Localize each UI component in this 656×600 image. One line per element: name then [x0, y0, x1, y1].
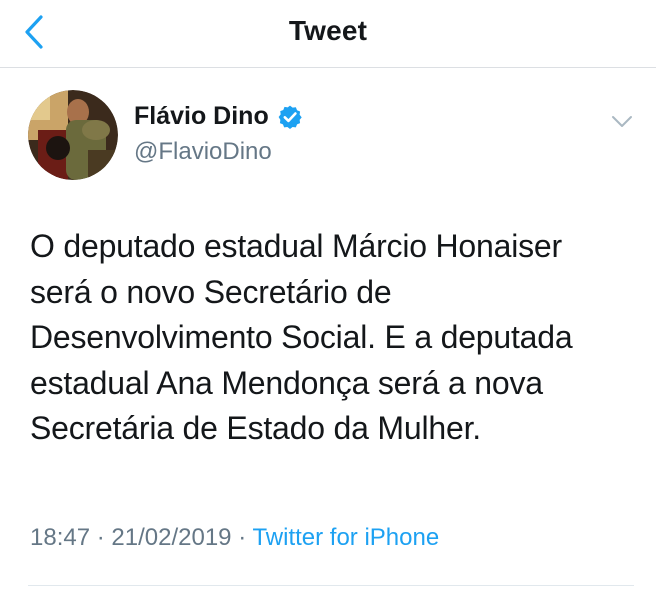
- tweet-text-line: Secretária de Estado da Mulher.: [30, 410, 481, 446]
- tweet-meta: 18:47 · 21/02/2019 · Twitter for iPhone: [30, 524, 439, 552]
- tweet-date: 21/02/2019: [111, 524, 232, 551]
- tweet-text-line: será o novo Secretário de: [30, 273, 392, 310]
- verified-badge-icon: [277, 104, 303, 130]
- author-name-row[interactable]: Flávio Dino: [134, 102, 303, 131]
- meta-separator: ·: [238, 524, 247, 551]
- page-title: Tweet: [288, 15, 368, 46]
- navigation-header: Tweet: [0, 0, 656, 68]
- tweet-menu-button[interactable]: [606, 108, 638, 136]
- tweet-text-line: O deputado estadual Márcio Honaiser: [30, 228, 562, 264]
- tweet-text-line: Desenvolvimento Social. E a deputada: [30, 319, 573, 355]
- tweet-time: 18:47: [30, 524, 91, 551]
- meta-separator: ·: [96, 524, 105, 551]
- tweet-author: Flávio Dino @FlavioDino: [28, 90, 638, 182]
- tweet-detail-screen: Tweet Flávio Dino @FlavioDino O deputado…: [0, 0, 656, 600]
- divider: [28, 585, 634, 586]
- avatar-photo: [28, 90, 118, 180]
- author-name: Flávio Dino: [134, 102, 269, 130]
- tweet-text: O deputado estadual Márcio Honaiser será…: [30, 224, 640, 452]
- tweet-source-link[interactable]: Twitter for iPhone: [252, 524, 439, 551]
- tweet-text-line: estadual Ana Mendonça será a nova: [30, 364, 543, 401]
- avatar[interactable]: [28, 90, 118, 180]
- author-handle[interactable]: @FlavioDino: [134, 138, 272, 166]
- chevron-down-icon: [612, 116, 632, 127]
